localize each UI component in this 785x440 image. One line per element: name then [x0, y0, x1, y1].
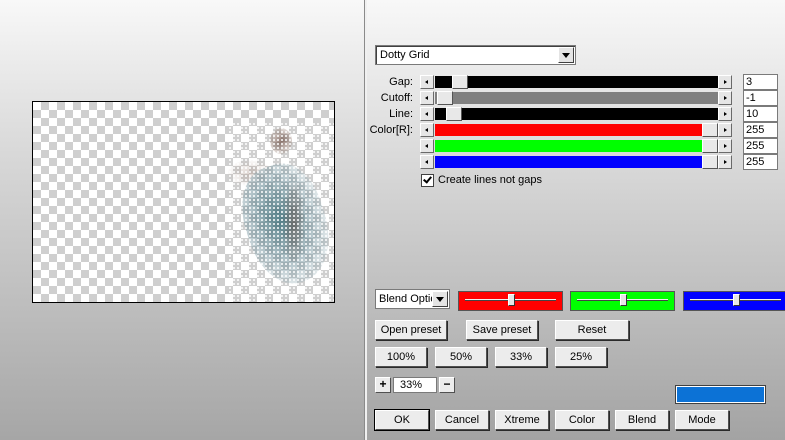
value-field-line[interactable]: 10 — [743, 106, 778, 122]
slider-thumb[interactable] — [702, 123, 718, 137]
slider-decrement-button[interactable] — [420, 139, 434, 153]
slider-thumb[interactable] — [452, 75, 468, 89]
slider-thumb[interactable] — [437, 91, 453, 105]
arrow-right-icon — [724, 160, 727, 164]
slider-color-g[interactable] — [420, 139, 732, 153]
slider-track[interactable] — [435, 140, 718, 152]
save-preset-button[interactable]: Save preset — [466, 320, 538, 340]
dot-grid-overlay — [228, 122, 334, 302]
preset-dropdown[interactable]: Dotty Grid — [375, 45, 576, 65]
param-label-gap: Gap: — [389, 76, 413, 88]
reset-button[interactable]: Reset — [555, 320, 629, 340]
blend-slider-knob[interactable] — [733, 294, 740, 306]
slider-track[interactable] — [435, 108, 718, 120]
slider-increment-button[interactable] — [718, 123, 732, 137]
param-label-color-r: Color[R]: — [369, 124, 413, 136]
slider-decrement-button[interactable] — [420, 107, 434, 121]
arrow-right-icon — [724, 144, 727, 148]
preview-pane — [0, 0, 365, 440]
zoom-preset-button[interactable]: 25% — [555, 347, 607, 367]
blend-options-dropdown[interactable]: Blend Options — [375, 289, 450, 309]
create-lines-label: Create lines not gaps — [438, 174, 542, 186]
preview-figure — [228, 122, 334, 302]
param-label-line: Line: — [389, 108, 413, 120]
controls-pane — [367, 0, 785, 440]
value-field-color-g[interactable]: 255 — [743, 138, 778, 154]
blend-slider-green[interactable] — [570, 291, 675, 311]
blend-slider-knob[interactable] — [620, 294, 627, 306]
arrow-right-icon — [724, 128, 727, 132]
slider-decrement-button[interactable] — [420, 75, 434, 89]
preset-dropdown-value: Dotty Grid — [380, 49, 430, 61]
zoom-preset-button[interactable]: 33% — [495, 347, 547, 367]
arrow-right-icon — [724, 96, 727, 100]
slider-cutoff[interactable] — [420, 91, 732, 105]
zoom-level-field[interactable]: 33% — [393, 377, 437, 393]
slider-track[interactable] — [435, 124, 718, 136]
slider-increment-button[interactable] — [718, 139, 732, 153]
ok-button[interactable]: OK — [374, 409, 430, 431]
xtreme-button[interactable]: Xtreme — [495, 410, 549, 430]
param-label-cutoff: Cutoff: — [380, 92, 413, 104]
color-swatch[interactable] — [675, 385, 766, 404]
slider-color-r[interactable] — [420, 123, 732, 137]
chevron-down-icon — [562, 53, 570, 58]
value-field-color-r[interactable]: 255 — [743, 122, 778, 138]
value-field-gap[interactable]: 3 — [743, 74, 778, 90]
arrow-right-icon — [724, 80, 727, 84]
slider-color-b[interactable] — [420, 155, 732, 169]
zoom-out-button[interactable]: − — [439, 377, 455, 393]
blend-options-button[interactable] — [432, 291, 448, 307]
slider-decrement-button[interactable] — [420, 123, 434, 137]
arrow-left-icon — [425, 128, 428, 132]
zoom-preset-button[interactable]: 50% — [435, 347, 487, 367]
slider-decrement-button[interactable] — [420, 91, 434, 105]
mode-button[interactable]: Mode — [675, 410, 729, 430]
zoom-preset-button[interactable]: 100% — [375, 347, 427, 367]
checkmark-icon — [423, 174, 432, 184]
blend-button[interactable]: Blend — [615, 410, 669, 430]
slider-increment-button[interactable] — [718, 91, 732, 105]
arrow-left-icon — [425, 144, 428, 148]
cancel-button[interactable]: Cancel — [435, 410, 489, 430]
preset-dropdown-button[interactable] — [558, 47, 574, 63]
arrow-left-icon — [425, 112, 428, 116]
slider-track[interactable] — [435, 76, 718, 88]
slider-line[interactable] — [420, 107, 732, 121]
slider-track[interactable] — [435, 156, 718, 168]
blend-slider-red[interactable] — [458, 291, 563, 311]
slider-track[interactable] — [435, 92, 718, 104]
arrow-right-icon — [724, 112, 727, 116]
slider-thumb[interactable] — [446, 107, 462, 121]
create-lines-checkbox[interactable] — [421, 174, 434, 187]
chevron-down-icon — [436, 297, 444, 302]
arrow-left-icon — [425, 160, 428, 164]
slider-increment-button[interactable] — [718, 155, 732, 169]
slider-decrement-button[interactable] — [420, 155, 434, 169]
slider-increment-button[interactable] — [718, 107, 732, 121]
value-field-cutoff[interactable]: -1 — [743, 90, 778, 106]
blend-options-value: Blend Options — [379, 293, 433, 305]
blend-slider-knob[interactable] — [508, 294, 515, 306]
value-field-color-b[interactable]: 255 — [743, 154, 778, 170]
slider-increment-button[interactable] — [718, 75, 732, 89]
arrow-left-icon — [425, 96, 428, 100]
slider-gap[interactable] — [420, 75, 732, 89]
slider-thumb[interactable] — [702, 155, 718, 169]
slider-thumb[interactable] — [702, 139, 718, 153]
arrow-left-icon — [425, 80, 428, 84]
zoom-in-button[interactable]: + — [375, 377, 391, 393]
blend-slider-blue[interactable] — [683, 291, 785, 311]
open-preset-button[interactable]: Open preset — [375, 320, 447, 340]
preview-canvas[interactable] — [32, 101, 335, 303]
color-button[interactable]: Color — [555, 410, 609, 430]
